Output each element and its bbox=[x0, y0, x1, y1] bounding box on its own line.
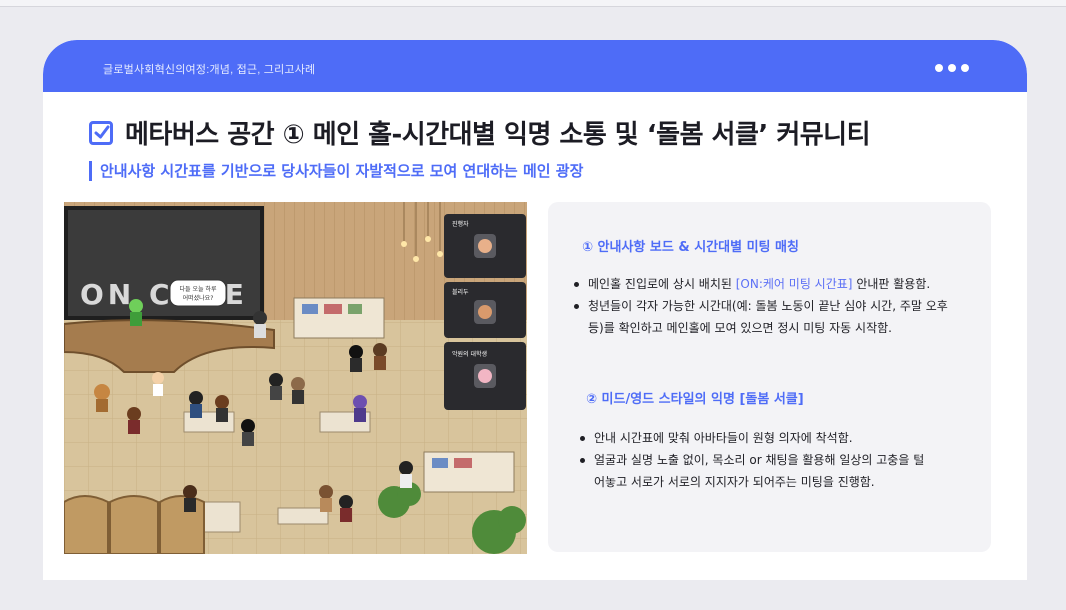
slide-header-bar: 글로벌사회혁신의여정:개념, 접근, 그리고사례 bbox=[43, 40, 1027, 92]
list-item: 얼굴과 실명 노출 없이, 목소리 or 채팅을 활용해 일상의 고충을 털 어놓… bbox=[578, 449, 984, 493]
section2-title: ② 미드/영드 스타일의 익명 [돌봄 서클] bbox=[586, 392, 804, 407]
svg-text:어떠셨나요?: 어떠셨나요? bbox=[183, 294, 214, 302]
section1-list: 메인홀 진입로에 상시 배치된 [ON:케어 미팅 시간표] 안내판 활용함. … bbox=[572, 273, 982, 339]
list-item: 안내 시간표에 맞춰 아바타들이 원형 의자에 착석함. bbox=[578, 427, 984, 449]
title-row: 메타버스 공간 ① 메인 홀-시간대별 익명 소통 및 ‘돌봄 서클’ 커뮤니티 bbox=[89, 114, 871, 151]
page-title: 메타버스 공간 ① 메인 홀-시간대별 익명 소통 및 ‘돌봄 서클’ 커뮤니티 bbox=[125, 120, 871, 150]
svg-text:진행자: 진행자 bbox=[452, 220, 469, 228]
subtitle-accent-bar bbox=[89, 160, 92, 181]
window-top-edge bbox=[0, 0, 1066, 7]
more-dots-icon[interactable] bbox=[935, 64, 969, 72]
section2-list: 안내 시간표에 맞춰 아바타들이 원형 의자에 착석함. 얼굴과 실명 노출 없… bbox=[578, 427, 984, 493]
svg-text:블리두: 블리두 bbox=[452, 288, 469, 296]
checkbox-icon bbox=[89, 120, 113, 145]
breadcrumb: 글로벌사회혁신의여정:개념, 접근, 그리고사례 bbox=[103, 64, 316, 76]
meeting-schedule-highlight: [ON:케어 미팅 시간표] bbox=[735, 277, 853, 291]
subtitle-row: 안내사항 시간표를 기반으로 당사자들이 자발적으로 모여 연대하는 메인 광장 bbox=[89, 160, 583, 181]
metaverse-hall-image: ON CARE 다들 오늘 하루 어떠셨나요? 진행자 블리두 악원의 대학생 bbox=[64, 202, 527, 554]
svg-text:다들 오늘 하루: 다들 오늘 하루 bbox=[180, 285, 217, 293]
list-item: 메인홀 진입로에 상시 배치된 [ON:케어 미팅 시간표] 안내판 활용함. bbox=[572, 273, 982, 295]
description-panel: ① 안내사항 보드 & 시간대별 미팅 매칭 메인홀 진입로에 상시 배치된 [… bbox=[548, 202, 991, 552]
page-subtitle: 안내사항 시간표를 기반으로 당사자들이 자발적으로 모여 연대하는 메인 광장 bbox=[100, 162, 584, 180]
slide-card: 글로벌사회혁신의여정:개념, 접근, 그리고사례 메타버스 공간 ① 메인 홀-… bbox=[43, 40, 1027, 580]
section1-title: ① 안내사항 보드 & 시간대별 미팅 매칭 bbox=[582, 240, 799, 255]
svg-text:악원의 대학생: 악원의 대학생 bbox=[452, 350, 487, 358]
list-item: 청년들이 각자 가능한 시간대(예: 돌봄 노동이 끝난 심야 시간, 주말 오… bbox=[572, 295, 982, 339]
